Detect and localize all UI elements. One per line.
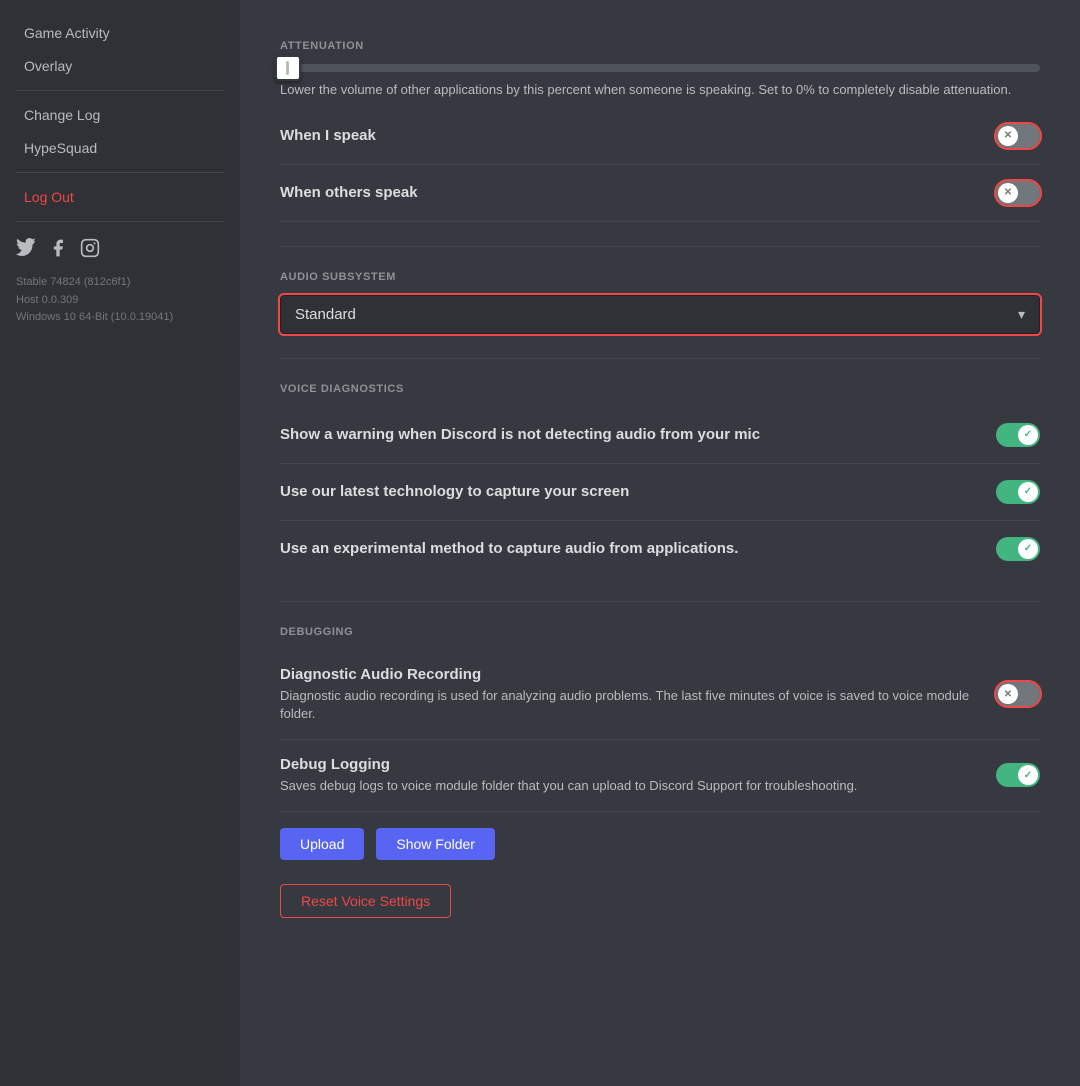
debugging-label: DEBUGGING — [280, 626, 1040, 638]
sidebar-divider-3 — [16, 221, 224, 222]
when-i-speak-toggle-knob: ✕ — [998, 126, 1018, 146]
attenuation-description: Lower the volume of other applications b… — [280, 80, 1040, 100]
slider-thumb[interactable] — [275, 55, 301, 81]
toggle-x-icon-3: ✕ — [1004, 689, 1012, 700]
warn-no-audio-row: Show a warning when Discord is not detec… — [280, 407, 1040, 464]
debug-buttons: Upload Show Folder — [280, 828, 1040, 860]
attenuation-slider-container — [280, 64, 1040, 72]
divider-voice-diagnostics — [280, 601, 1040, 602]
sidebar-item-hypesquad[interactable]: HypeSquad — [8, 132, 232, 164]
audio-subsystem-label: AUDIO SUBSYSTEM — [280, 271, 1040, 283]
debug-logging-text: Debug Logging Saves debug logs to voice … — [280, 756, 857, 795]
capture-audio-knob: ✓ — [1018, 539, 1038, 559]
warn-no-audio-label: Show a warning when Discord is not detec… — [280, 426, 996, 443]
debug-logging-label: Debug Logging — [280, 756, 857, 773]
diagnostic-recording-row: Diagnostic Audio Recording Diagnostic au… — [280, 650, 1040, 740]
chevron-down-icon: ▾ — [1018, 306, 1025, 323]
capture-audio-label: Use an experimental method to capture au… — [280, 540, 996, 557]
version-stable: Stable 74824 (812c6f1) — [16, 274, 224, 292]
sidebar-item-change-log[interactable]: Change Log — [8, 99, 232, 131]
audio-subsystem-section: AUDIO SUBSYSTEM Standard ▾ — [280, 271, 1040, 334]
capture-screen-knob: ✓ — [1018, 482, 1038, 502]
debug-logging-row: Debug Logging Saves debug logs to voice … — [280, 740, 1040, 812]
when-others-speak-label: When others speak — [280, 184, 996, 201]
upload-button[interactable]: Upload — [280, 828, 364, 860]
version-os: Windows 10 64-Bit (10.0.19041) — [16, 309, 224, 327]
show-folder-button[interactable]: Show Folder — [376, 828, 495, 860]
diagnostic-recording-description: Diagnostic audio recording is used for a… — [280, 687, 976, 723]
sidebar-divider-2 — [16, 172, 224, 173]
voice-diagnostics-section: VOICE DIAGNOSTICS Show a warning when Di… — [280, 383, 1040, 577]
toggle-x-icon: ✕ — [1004, 130, 1012, 141]
main-content: ATTENUATION Lower the volume of other ap… — [240, 0, 1080, 1086]
capture-audio-row: Use an experimental method to capture au… — [280, 521, 1040, 577]
reset-voice-settings-button[interactable]: Reset Voice Settings — [280, 884, 451, 918]
facebook-icon[interactable] — [48, 238, 68, 258]
audio-subsystem-dropdown[interactable]: Standard ▾ — [280, 295, 1040, 334]
toggle-check-icon-1: ✓ — [1024, 429, 1032, 440]
capture-screen-toggle[interactable]: ✓ — [996, 480, 1040, 504]
social-links — [0, 230, 240, 266]
diagnostic-recording-toggle[interactable]: ✕ — [996, 682, 1040, 706]
sidebar-item-game-activity[interactable]: Game Activity — [8, 17, 232, 49]
diagnostic-recording-text: Diagnostic Audio Recording Diagnostic au… — [280, 666, 976, 723]
when-others-speak-toggle[interactable]: ✕ — [996, 181, 1040, 205]
audio-subsystem-value: Standard — [295, 306, 356, 323]
warn-no-audio-knob: ✓ — [1018, 425, 1038, 445]
capture-screen-label: Use our latest technology to capture you… — [280, 483, 996, 500]
diagnostic-recording-knob: ✕ — [998, 684, 1018, 704]
toggle-check-icon-3: ✓ — [1024, 543, 1032, 554]
voice-diagnostics-label: VOICE DIAGNOSTICS — [280, 383, 1040, 395]
twitter-icon[interactable] — [16, 238, 36, 258]
toggle-check-icon-2: ✓ — [1024, 486, 1032, 497]
attenuation-section: ATTENUATION Lower the volume of other ap… — [280, 40, 1040, 100]
instagram-icon[interactable] — [80, 238, 100, 258]
slider-thumb-inner — [286, 61, 289, 75]
divider-attenuation — [280, 246, 1040, 247]
attenuation-label: ATTENUATION — [280, 40, 1040, 52]
toggle-check-icon-4: ✓ — [1024, 770, 1032, 781]
debugging-section: DEBUGGING Diagnostic Audio Recording Dia… — [280, 626, 1040, 861]
version-info: Stable 74824 (812c6f1) Host 0.0.309 Wind… — [0, 266, 240, 335]
sidebar-item-overlay[interactable]: Overlay — [8, 50, 232, 82]
debug-logging-knob: ✓ — [1018, 765, 1038, 785]
divider-audio-subsystem — [280, 358, 1040, 359]
diagnostic-recording-label: Diagnostic Audio Recording — [280, 666, 976, 683]
sidebar-item-logout[interactable]: Log Out — [8, 181, 232, 213]
audio-subsystem-dropdown-container: Standard ▾ — [280, 295, 1040, 334]
when-i-speak-row: When I speak ✕ — [280, 108, 1040, 165]
slider-track[interactable] — [280, 64, 1040, 72]
when-i-speak-toggle[interactable]: ✕ — [996, 124, 1040, 148]
when-others-speak-toggle-knob: ✕ — [998, 183, 1018, 203]
capture-audio-toggle[interactable]: ✓ — [996, 537, 1040, 561]
debug-logging-toggle[interactable]: ✓ — [996, 763, 1040, 787]
when-i-speak-label: When I speak — [280, 127, 996, 144]
toggle-x-icon-2: ✕ — [1004, 187, 1012, 198]
sidebar-divider-1 — [16, 90, 224, 91]
version-host: Host 0.0.309 — [16, 292, 224, 310]
when-others-speak-row: When others speak ✕ — [280, 165, 1040, 222]
capture-screen-row: Use our latest technology to capture you… — [280, 464, 1040, 521]
sidebar: Game Activity Overlay Change Log HypeSqu… — [0, 0, 240, 1086]
warn-no-audio-toggle[interactable]: ✓ — [996, 423, 1040, 447]
reset-row: Reset Voice Settings — [280, 884, 1040, 918]
debug-logging-description: Saves debug logs to voice module folder … — [280, 777, 857, 795]
